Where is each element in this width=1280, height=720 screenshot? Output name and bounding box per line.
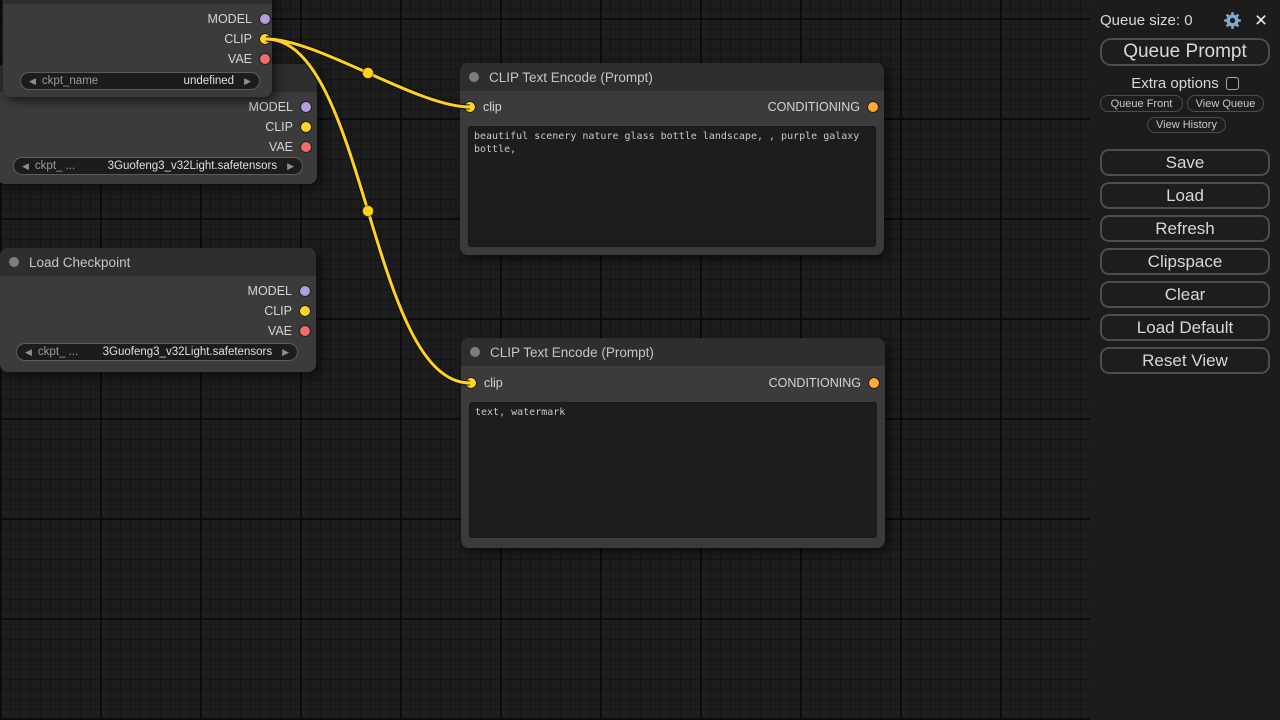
positive-prompt-textarea[interactable]: beautiful scenery nature glass bottle la… [468, 126, 876, 247]
combo-right-arrow-icon[interactable]: ▶ [244, 77, 251, 86]
node-load-checkpoint-bottom[interactable]: Load Checkpoint MODEL CLIP VAE ◀ ckpt_ .… [0, 248, 316, 372]
slot-label: VAE [269, 140, 293, 154]
collapse-dot-icon[interactable] [469, 72, 479, 82]
save-button[interactable]: Save [1100, 149, 1270, 176]
slot-model: MODEL [248, 281, 310, 301]
node-clip-text-encode-positive[interactable]: CLIP Text Encode (Prompt) clip CONDITION… [460, 63, 884, 255]
node-titlebar[interactable] [3, 0, 272, 4]
settings-gear-icon[interactable] [1220, 9, 1244, 31]
slot-label: CONDITIONING [769, 376, 861, 390]
port-vae-output[interactable] [301, 142, 311, 152]
slot-label: MODEL [208, 12, 252, 26]
extra-options-label: Extra options [1131, 75, 1219, 92]
combo-label: ckpt_name [42, 75, 98, 87]
combo-value: 3Guofeng3_v32Light.safetensors [81, 160, 277, 172]
slot-label: clip [483, 100, 502, 114]
slot-vae: VAE [228, 49, 270, 69]
port-clip-input[interactable] [466, 378, 476, 388]
slot-label: VAE [268, 324, 292, 338]
link-midpoint-handle[interactable] [363, 68, 374, 79]
node-title: Load Checkpoint [29, 255, 130, 270]
link-midpoint-handle[interactable] [363, 206, 374, 217]
slot-conditioning: CONDITIONING [769, 373, 879, 393]
port-vae-output[interactable] [260, 54, 270, 64]
slot-model: MODEL [208, 9, 270, 29]
port-conditioning-output[interactable] [868, 102, 878, 112]
comfy-menu-panel: Queue size: 0 × Queue Prompt Extra optio… [1090, 0, 1280, 720]
node-titlebar[interactable]: CLIP Text Encode (Prompt) [461, 338, 885, 366]
port-clip-output[interactable] [301, 122, 311, 132]
view-history-button[interactable]: View History [1147, 117, 1226, 133]
slot-label: CLIP [265, 120, 293, 134]
load-default-button[interactable]: Load Default [1100, 314, 1270, 341]
slot-vae: VAE [269, 137, 311, 157]
combo-left-arrow-icon[interactable]: ◀ [29, 77, 36, 86]
combo-right-arrow-icon[interactable]: ▶ [287, 162, 294, 171]
port-model-output[interactable] [301, 102, 311, 112]
slot-label: clip [484, 376, 503, 390]
combo-value: 3Guofeng3_v32Light.safetensors [84, 346, 272, 358]
slot-clip-input: clip [466, 373, 503, 393]
close-icon[interactable]: × [1250, 9, 1272, 31]
port-conditioning-output[interactable] [869, 378, 879, 388]
slot-label: MODEL [249, 100, 293, 114]
slot-label: CONDITIONING [768, 100, 860, 114]
slot-clip: CLIP [224, 29, 270, 49]
extra-options-checkbox[interactable] [1226, 77, 1239, 90]
combo-right-arrow-icon[interactable]: ▶ [282, 348, 289, 357]
node-title: CLIP Text Encode (Prompt) [490, 345, 654, 360]
combo-label: ckpt_ ... [38, 346, 78, 358]
port-model-output[interactable] [300, 286, 310, 296]
slot-label: VAE [228, 52, 252, 66]
node-titlebar[interactable]: Load Checkpoint [0, 248, 316, 276]
node-titlebar[interactable]: CLIP Text Encode (Prompt) [460, 63, 884, 91]
port-clip-output[interactable] [260, 34, 270, 44]
clipspace-button[interactable]: Clipspace [1100, 248, 1270, 275]
node-title: CLIP Text Encode (Prompt) [489, 70, 653, 85]
graph-canvas[interactable]: MODEL CLIP VAE ◀ ckpt_ ... 3Guofeng3_v32… [0, 0, 1090, 720]
port-clip-output[interactable] [300, 306, 310, 316]
collapse-dot-icon[interactable] [470, 347, 480, 357]
slot-label: MODEL [248, 284, 292, 298]
queue-size-label: Queue size: 0 [1100, 12, 1220, 29]
combo-value: undefined [104, 75, 234, 87]
slot-conditioning: CONDITIONING [768, 97, 878, 117]
ckpt-name-combo-widget[interactable]: ◀ ckpt_name undefined ▶ [20, 72, 260, 90]
collapse-dot-icon[interactable] [9, 257, 19, 267]
slot-vae: VAE [268, 321, 310, 341]
slot-clip: CLIP [265, 117, 311, 137]
combo-left-arrow-icon[interactable]: ◀ [25, 348, 32, 357]
comfyui-app: MODEL CLIP VAE ◀ ckpt_ ... 3Guofeng3_v32… [0, 0, 1280, 720]
load-button[interactable]: Load [1100, 182, 1270, 209]
combo-left-arrow-icon[interactable]: ◀ [22, 162, 29, 171]
port-vae-output[interactable] [300, 326, 310, 336]
slot-label: CLIP [224, 32, 252, 46]
port-clip-input[interactable] [465, 102, 475, 112]
slot-label: CLIP [264, 304, 292, 318]
queue-prompt-button[interactable]: Queue Prompt [1100, 38, 1270, 66]
combo-label: ckpt_ ... [35, 160, 75, 172]
negative-prompt-textarea[interactable]: text, watermark [469, 402, 877, 538]
slot-clip-input: clip [465, 97, 502, 117]
slot-clip: CLIP [264, 301, 310, 321]
view-queue-button[interactable]: View Queue [1187, 95, 1264, 112]
refresh-button[interactable]: Refresh [1100, 215, 1270, 242]
reset-view-button[interactable]: Reset View [1100, 347, 1270, 374]
queue-front-button[interactable]: Queue Front [1100, 95, 1183, 112]
ckpt-name-combo-widget[interactable]: ◀ ckpt_ ... 3Guofeng3_v32Light.safetenso… [16, 343, 298, 361]
node-clip-text-encode-negative[interactable]: CLIP Text Encode (Prompt) clip CONDITION… [461, 338, 885, 548]
slot-model: MODEL [249, 97, 311, 117]
port-model-output[interactable] [260, 14, 270, 24]
node-load-checkpoint-top[interactable]: MODEL CLIP VAE ◀ ckpt_name undefined ▶ [3, 0, 272, 97]
ckpt-name-combo-widget[interactable]: ◀ ckpt_ ... 3Guofeng3_v32Light.safetenso… [13, 157, 303, 175]
clear-button[interactable]: Clear [1100, 281, 1270, 308]
